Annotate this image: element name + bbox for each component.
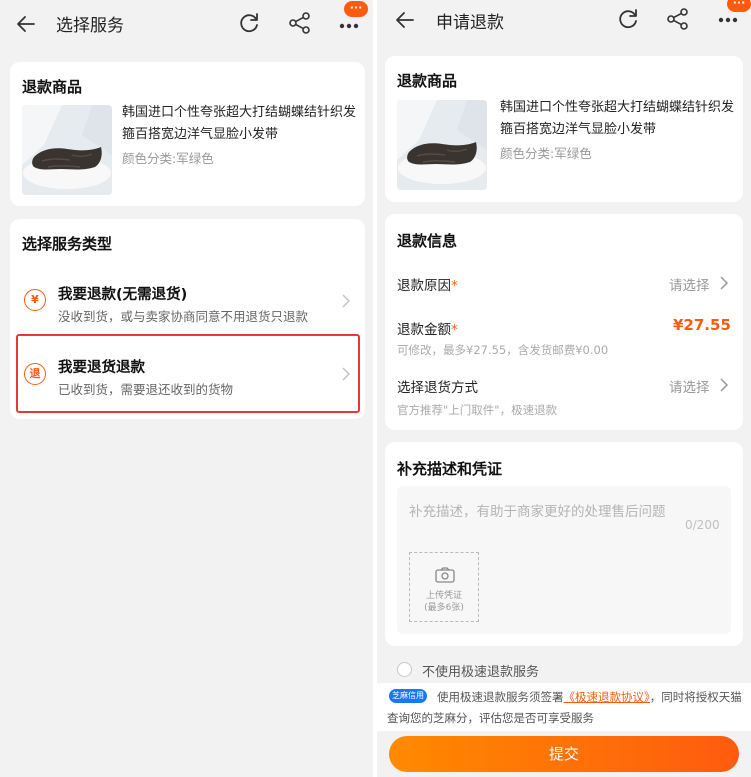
refund-amount-note: 可修改，最多¥27.55，含发货邮费¥0.00: [397, 343, 609, 357]
return-method-note: 官方推荐"上门取件"，极速退款: [397, 403, 558, 417]
fast-refund-radio[interactable]: [397, 662, 412, 677]
product-thumbnail[interactable]: [22, 105, 112, 195]
chevron-right-icon: [342, 294, 351, 308]
refund-product-card: 退款商品 韩国进口个性夸张超大打结蝴蝶结针织发箍百搭宽边洋气显脸小发带 颜色分类…: [385, 56, 743, 202]
description-card: 补充描述和凭证 补充描述，有助于商家更好的处理售后问题 0/200 上传凭证 (…: [385, 442, 743, 646]
option-refund-only[interactable]: ¥ 我要退款(无需退货) 没收到货，或与卖家协商同意不用退货只退款: [10, 269, 365, 327]
product-sku: 颜色分类:军绿色: [500, 146, 592, 161]
refresh-icon[interactable]: [236, 10, 262, 36]
back-arrow-icon[interactable]: [393, 8, 417, 32]
section-title: 补充描述和凭证: [397, 460, 503, 478]
submit-button[interactable]: 提交: [389, 736, 739, 772]
notice-text: 使用极速退款服务须签署《极速退款协议》，同时将授权天猫查询您的芝麻分，评估您是否…: [387, 690, 742, 725]
section-title: 退款信息: [397, 232, 458, 250]
refund-amount-row[interactable]: 退款金额* ¥27.55 可修改，最多¥27.55，含发货邮费¥0.00: [385, 310, 743, 358]
return-method-label: 选择退货方式: [397, 380, 478, 396]
apply-refund-screen: 申请退款 ··· 退款商品 韩国进口个性夸张超大打结蝴蝶结针织发箍百搭宽边洋气显…: [377, 0, 751, 777]
section-title: 退款商品: [397, 72, 458, 90]
page-title: 申请退款: [436, 13, 504, 33]
product-image: [22, 105, 112, 195]
fast-refund-label: 不使用极速退款服务: [422, 665, 540, 680]
zhima-notice: 芝麻信用 使用极速退款服务须签署《极速退款协议》，同时将授权天猫查询您的芝麻分，…: [377, 683, 751, 731]
option-desc: 没收到货，或与卖家协商同意不用退货只退款: [58, 309, 309, 324]
section-title: 退款商品: [22, 78, 83, 96]
product-name[interactable]: 韩国进口个性夸张超大打结蝴蝶结针织发箍百搭宽边洋气显脸小发带: [122, 102, 358, 146]
refund-amount-label: 退款金额*: [397, 322, 458, 338]
upload-evidence-button[interactable]: 上传凭证 (最多6张): [409, 552, 479, 622]
section-title: 选择服务类型: [22, 235, 113, 253]
header: 选择服务 ···: [0, 0, 373, 50]
header: 申请退款 ···: [377, 0, 751, 50]
refund-amount-value[interactable]: ¥27.55: [673, 316, 731, 334]
return-method-value: 请选择: [669, 380, 710, 396]
camera-icon: [435, 567, 455, 583]
refund-reason-value: 请选择: [669, 278, 710, 294]
select-service-screen: 选择服务 ··· 退款商品 韩国进口个性夸张超大打结蝴蝶结针织发箍百搭宽边洋气显…: [0, 0, 373, 777]
refund-yuan-icon: ¥: [24, 289, 46, 311]
refresh-icon[interactable]: [615, 6, 641, 32]
char-counter: 0/200: [685, 518, 720, 532]
message-badge: ···: [727, 0, 751, 12]
share-icon[interactable]: [665, 6, 691, 32]
fast-refund-option[interactable]: 不使用极速退款服务: [377, 656, 751, 682]
product-image: [397, 100, 487, 190]
option-title: 我要退款(无需退货): [58, 287, 188, 303]
back-arrow-icon[interactable]: [14, 12, 38, 36]
upload-label: 上传凭证: [425, 591, 462, 601]
return-method-row[interactable]: 选择退货方式 请选择 官方推荐"上门取件"，极速退款: [385, 366, 743, 418]
agreement-link[interactable]: 《极速退款协议》: [564, 690, 650, 704]
product-name[interactable]: 韩国进口个性夸张超大打结蝴蝶结针织发箍百搭宽边洋气显脸小发带: [500, 97, 736, 141]
refund-product-card: 退款商品 韩国进口个性夸张超大打结蝴蝶结针织发箍百搭宽边洋气显脸小发带 颜色分类…: [10, 62, 365, 206]
description-placeholder: 补充描述，有助于商家更好的处理售后问题: [409, 504, 666, 520]
refund-info-card: 退款信息 退款原因* 请选择 退款金额* ¥27.55 可修改，最多¥27.55…: [385, 214, 743, 430]
product-sku: 颜色分类:军绿色: [122, 151, 214, 166]
refund-reason-row[interactable]: 退款原因* 请选择: [385, 264, 743, 300]
refund-reason-label: 退款原因*: [397, 278, 458, 294]
more-options-icon[interactable]: [336, 14, 362, 34]
chevron-right-icon: [720, 276, 729, 290]
share-icon[interactable]: [287, 10, 313, 36]
page-title: 选择服务: [56, 16, 124, 36]
message-badge: ···: [344, 1, 368, 17]
product-thumbnail[interactable]: [397, 100, 487, 190]
selection-highlight: [16, 334, 360, 413]
upload-limit: (最多6张): [424, 603, 464, 613]
chevron-right-icon: [720, 378, 729, 392]
description-textarea[interactable]: 补充描述，有助于商家更好的处理售后问题 0/200 上传凭证 (最多6张): [397, 486, 731, 634]
